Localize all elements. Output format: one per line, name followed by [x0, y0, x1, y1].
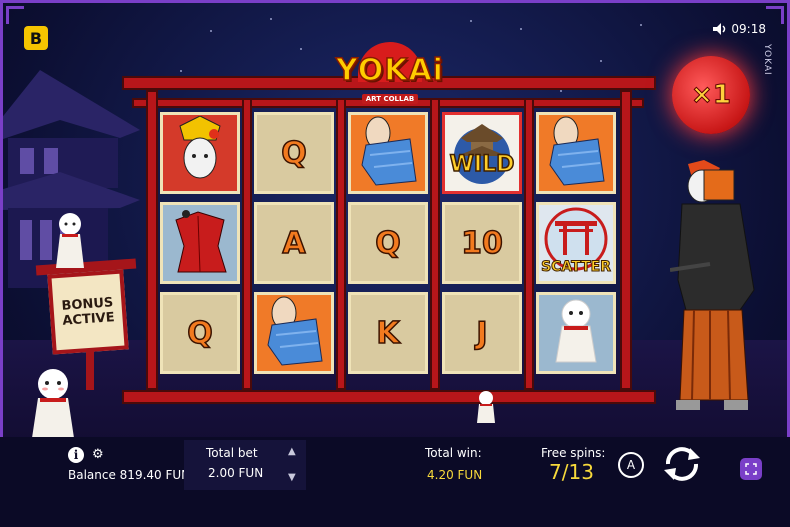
sign-post	[86, 350, 94, 390]
reel-cell: J	[442, 292, 522, 374]
teru-doll-icon	[477, 391, 495, 423]
reel-cell: 10	[442, 202, 522, 284]
reel-cell	[348, 112, 428, 194]
clock-time: 09:18	[731, 22, 766, 36]
card-symbol: Q	[186, 315, 213, 352]
bonus-sign-line2: ACTIVE	[61, 310, 116, 329]
total-win-label: Total win:	[425, 446, 482, 460]
fullscreen-icon	[745, 463, 757, 475]
reel-cell: Q	[254, 112, 334, 194]
reel-cell	[536, 292, 616, 374]
spin-button[interactable]	[660, 442, 704, 486]
card-symbol: A	[282, 225, 307, 262]
multiplier-moon: ×1	[672, 56, 750, 134]
info-icon[interactable]: i	[68, 447, 84, 463]
multiplier-value: ×1	[691, 80, 732, 111]
red-kimono-icon	[168, 206, 232, 280]
gate-post	[620, 90, 632, 390]
bet-increase-arrow-icon[interactable]: ▲	[288, 446, 296, 457]
brand-badge[interactable]: B	[24, 26, 48, 50]
blue-robed-figure-icon	[262, 295, 326, 371]
card-symbol: Q	[374, 225, 401, 262]
game-side-label: YOKAI	[762, 44, 772, 76]
reel-column: QK	[348, 112, 428, 374]
reel-column: Q	[160, 112, 240, 374]
gate-post	[146, 90, 158, 390]
game-stage: B 09:18 YOKAI YOKAi ART COLLAB ×1 QQAQKW…	[0, 0, 790, 527]
gate-bottom-beam	[122, 390, 656, 404]
speaker-icon[interactable]	[713, 23, 727, 35]
reel-cell: K	[348, 292, 428, 374]
reel-cell	[536, 112, 616, 194]
samurai-character	[670, 160, 755, 410]
free-spins-label: Free spins:	[541, 446, 606, 460]
logo-title: YOKAi	[335, 53, 444, 88]
scatter-label: SCATTER	[541, 259, 612, 276]
reel-cell: Q	[348, 202, 428, 284]
reel-cell	[160, 112, 240, 194]
total-win-value: 4.20 FUN	[427, 468, 483, 482]
teru-doll-icon	[56, 213, 84, 268]
card-symbol: K	[376, 315, 401, 352]
blue-robed-figure-icon	[356, 115, 420, 191]
teru-doll-icon	[554, 298, 598, 368]
teru-doll-icon	[32, 369, 74, 438]
reel-cell: SCATTER	[536, 202, 616, 284]
card-symbol: Q	[280, 135, 307, 172]
frame-corner	[766, 6, 784, 24]
reel-cell	[160, 202, 240, 284]
samurai-helmet-icon	[170, 115, 230, 190]
reel-grid: Q Q A Q K WILD 10 J SCATTER	[160, 112, 620, 374]
reel-cell: A	[254, 202, 334, 284]
card-symbol: J	[476, 315, 489, 352]
total-bet-value: 2.00 FUN	[208, 466, 264, 480]
reel-column: WILD 10 J	[442, 112, 522, 374]
card-symbol: 10	[460, 225, 503, 262]
blue-robed-figure-icon	[544, 115, 608, 191]
gear-icon[interactable]: ⚙	[92, 447, 104, 462]
status-bar: 09:18	[713, 22, 766, 36]
fullscreen-button[interactable]	[740, 458, 762, 480]
reel-cell: WILD	[442, 112, 522, 194]
balance-display: Balance 819.40 FUN	[68, 468, 191, 482]
reel-column: QA	[254, 112, 334, 374]
reel-column: SCATTER	[536, 112, 616, 374]
bet-decrease-arrow-icon[interactable]: ▼	[288, 472, 296, 483]
game-logo: YOKAi ART COLLAB	[330, 53, 450, 105]
wild-label: WILD	[449, 151, 515, 178]
frame-corner	[6, 6, 24, 24]
total-bet-label: Total bet	[206, 446, 258, 460]
autoplay-button[interactable]: A	[618, 452, 644, 478]
reel-cell: Q	[160, 292, 240, 374]
logo-subtitle: ART COLLAB	[361, 94, 419, 104]
free-spins-value: 7/13	[549, 460, 594, 484]
bonus-active-sign: BONUS ACTIVE	[47, 269, 129, 355]
reel-cell	[254, 292, 334, 374]
